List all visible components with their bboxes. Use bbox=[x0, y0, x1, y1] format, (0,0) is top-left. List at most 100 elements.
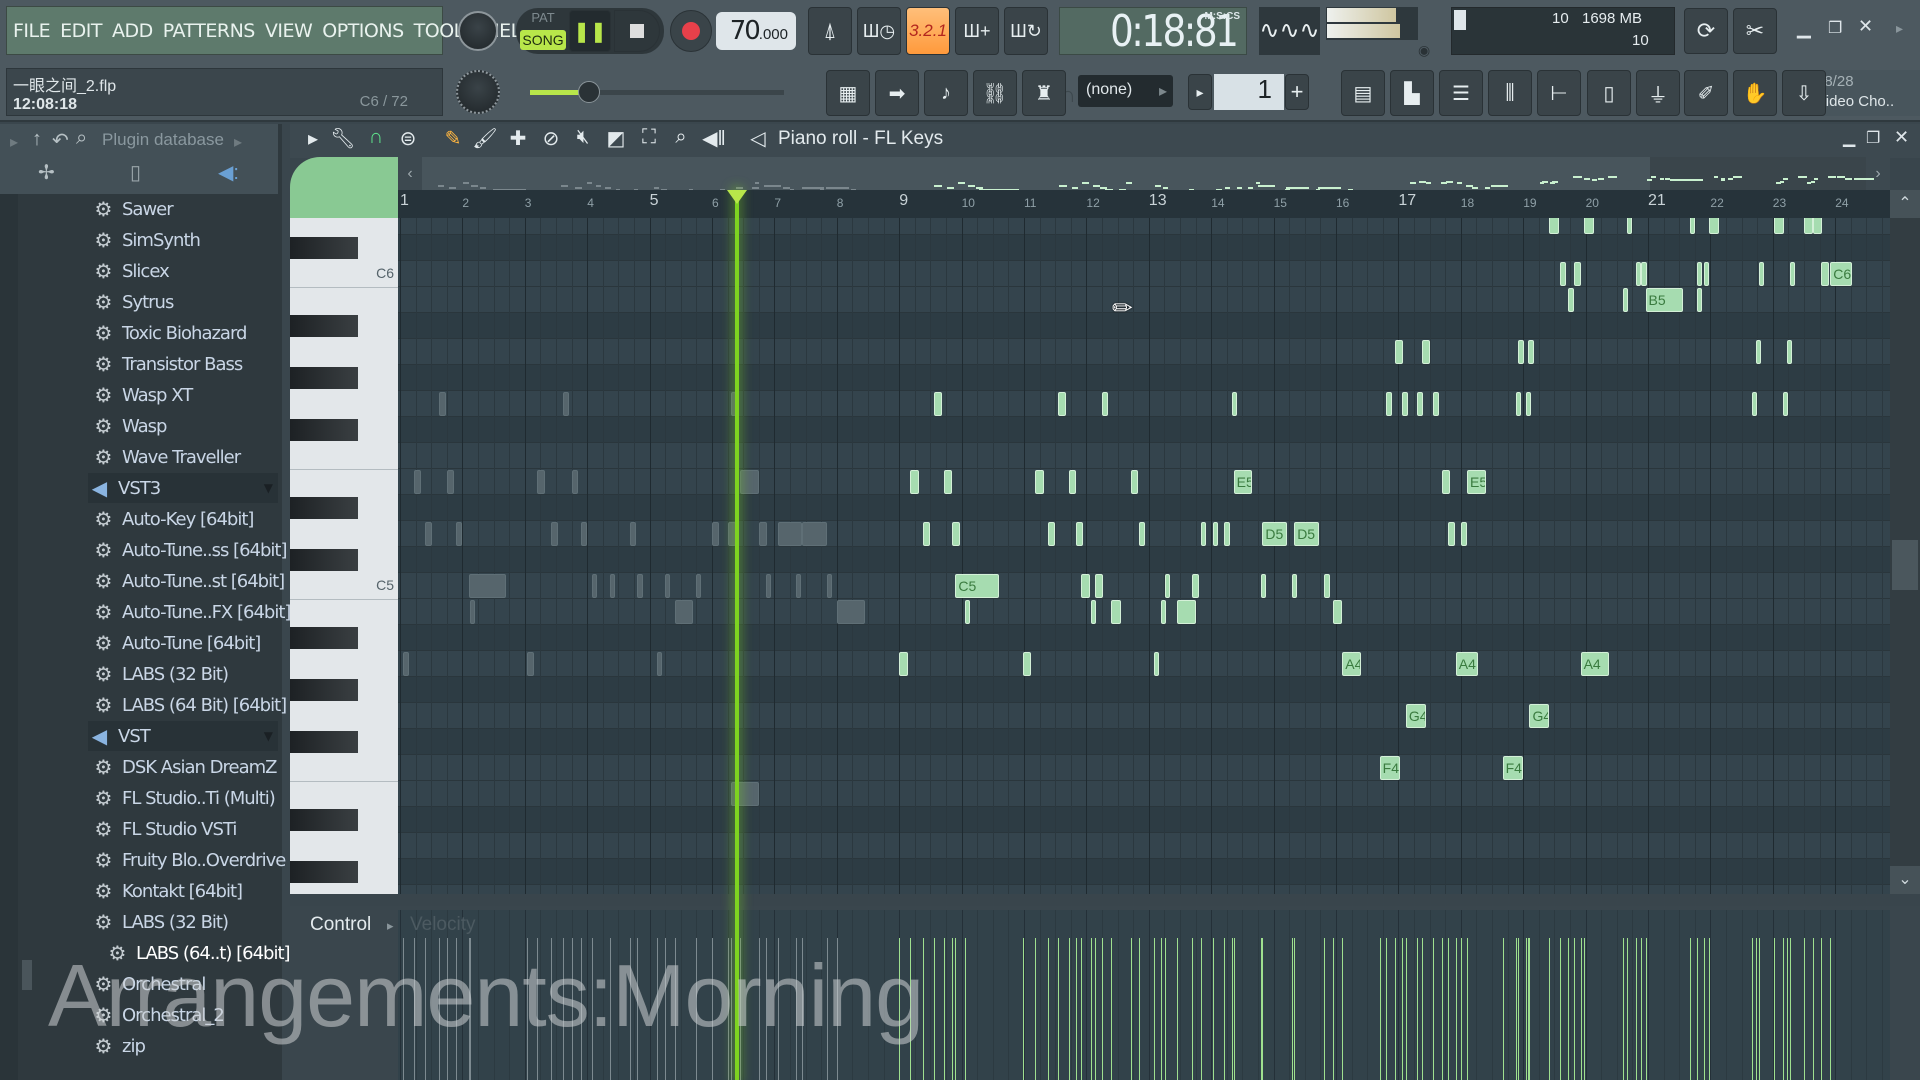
note[interactable] bbox=[1518, 340, 1525, 364]
velocity-bar[interactable] bbox=[1138, 938, 1140, 1080]
browser-item[interactable]: ◀ VST3 ▼ bbox=[88, 473, 278, 503]
note[interactable] bbox=[1165, 574, 1171, 598]
note[interactable] bbox=[795, 574, 801, 598]
magnet-icon[interactable]: ∩ bbox=[363, 126, 389, 149]
velocity-bar[interactable] bbox=[1395, 938, 1397, 1080]
velocity-bar[interactable] bbox=[1165, 938, 1167, 1080]
note[interactable]: A4 bbox=[1580, 652, 1609, 676]
velocity-bar[interactable] bbox=[1422, 938, 1424, 1080]
link-button[interactable]: ⛓ bbox=[973, 70, 1017, 116]
plugin-picker-button[interactable]: ▯ bbox=[1587, 70, 1631, 116]
velocity-bar[interactable] bbox=[1081, 938, 1083, 1080]
velocity-bar[interactable] bbox=[1192, 938, 1194, 1080]
velocity-bar[interactable] bbox=[1460, 938, 1462, 1080]
note[interactable] bbox=[1460, 522, 1468, 546]
browser-scrollbar[interactable] bbox=[0, 194, 18, 1080]
note[interactable] bbox=[1332, 600, 1342, 624]
velocity-bar[interactable] bbox=[1153, 938, 1155, 1080]
browser-item[interactable]: ⚙ Kontakt [64bit] bbox=[92, 876, 244, 906]
browser-item[interactable]: ⚙ Fruity Blo..Overdrive bbox=[92, 845, 287, 875]
note[interactable] bbox=[1709, 218, 1720, 234]
browser-item[interactable]: ⚙ Sawer bbox=[92, 194, 174, 224]
channel-rack-button[interactable]: ☰ bbox=[1439, 70, 1483, 116]
note[interactable] bbox=[551, 522, 559, 546]
note[interactable] bbox=[712, 522, 720, 546]
pattern-number-field[interactable]: 1 bbox=[1214, 74, 1284, 110]
note[interactable] bbox=[1395, 340, 1403, 364]
note[interactable] bbox=[1627, 218, 1633, 234]
note[interactable] bbox=[836, 600, 865, 624]
search-icon[interactable]: ⌕ bbox=[76, 127, 87, 150]
browser-scroll-thumb[interactable] bbox=[22, 960, 32, 990]
note[interactable] bbox=[1804, 218, 1813, 234]
velocity-bar[interactable] bbox=[1789, 938, 1791, 1080]
note[interactable] bbox=[740, 470, 759, 494]
note[interactable]: G4 bbox=[1529, 704, 1550, 728]
browser-item[interactable]: ⚙ Auto-Tune [64bit] bbox=[92, 628, 262, 658]
velocity-bar[interactable] bbox=[1830, 938, 1832, 1080]
black-key[interactable] bbox=[290, 367, 358, 389]
velocity-bar[interactable] bbox=[1233, 938, 1235, 1080]
add-pattern-button[interactable]: + bbox=[1285, 74, 1309, 110]
bar-number[interactable]: 14 bbox=[1211, 196, 1224, 210]
note[interactable] bbox=[765, 574, 771, 598]
menu-add[interactable]: ADD bbox=[112, 20, 153, 42]
bar-number[interactable]: 18 bbox=[1461, 196, 1474, 210]
piano-roll-title[interactable]: Piano roll - FL Keys bbox=[778, 128, 943, 150]
velocity-bar[interactable] bbox=[1291, 938, 1293, 1080]
browser-title[interactable]: Plugin database bbox=[102, 130, 224, 150]
note[interactable] bbox=[965, 600, 971, 624]
note[interactable]: G4 bbox=[1405, 704, 1426, 728]
velocity-bar[interactable] bbox=[1213, 938, 1215, 1080]
browser-item[interactable]: ⚙ Wasp XT bbox=[92, 380, 194, 410]
velocity-bar[interactable] bbox=[952, 938, 954, 1080]
velocity-bar[interactable] bbox=[1645, 938, 1647, 1080]
velocity-bar[interactable] bbox=[1022, 938, 1024, 1080]
velocity-bar[interactable] bbox=[1068, 938, 1070, 1080]
velocity-bar[interactable] bbox=[1704, 938, 1706, 1080]
velocity-bar[interactable] bbox=[1759, 938, 1761, 1080]
menu-view[interactable]: VIEW bbox=[265, 20, 313, 42]
note[interactable] bbox=[1574, 262, 1581, 286]
velocity-bar[interactable] bbox=[1640, 938, 1642, 1080]
playback-icon[interactable]: ◀‖ bbox=[701, 126, 727, 151]
note[interactable] bbox=[1560, 262, 1567, 286]
waveform-filter-icon[interactable]: ✢ bbox=[38, 160, 55, 185]
bar-number[interactable]: 20 bbox=[1586, 196, 1599, 210]
note[interactable] bbox=[696, 574, 702, 598]
velocity-bar[interactable] bbox=[1102, 938, 1103, 1080]
note[interactable] bbox=[526, 652, 535, 676]
bar-number[interactable]: 15 bbox=[1274, 196, 1287, 210]
velocity-bar[interactable] bbox=[1560, 938, 1562, 1080]
note[interactable]: B5 bbox=[1645, 288, 1683, 312]
countdown-button[interactable]: 3.2.1 bbox=[906, 7, 950, 55]
browser-item[interactable]: ⚙ Slicex bbox=[92, 256, 170, 286]
black-key[interactable] bbox=[290, 549, 358, 571]
browser-item[interactable]: ⚙ Auto-Tune..ss [64bit] bbox=[92, 535, 288, 565]
edison-button[interactable]: ✐ bbox=[1684, 70, 1728, 116]
master-volume-knob[interactable] bbox=[458, 11, 498, 51]
note[interactable] bbox=[580, 522, 588, 546]
browser-item[interactable]: ◀ VST ▼ bbox=[88, 721, 278, 751]
bar-number[interactable]: 5 bbox=[650, 192, 659, 210]
velocity-bar[interactable] bbox=[1262, 938, 1264, 1080]
black-key[interactable] bbox=[290, 627, 358, 649]
wait-for-input-button[interactable]: Ш◷ bbox=[857, 7, 901, 55]
velocity-bar[interactable] bbox=[1075, 938, 1077, 1080]
note[interactable] bbox=[1401, 392, 1408, 416]
tools-button[interactable]: ✂ bbox=[1733, 8, 1777, 54]
mute-icon[interactable]: 🔇︎ bbox=[570, 126, 596, 149]
piano-keyboard[interactable]: C6 C5 bbox=[290, 218, 398, 894]
note[interactable] bbox=[1640, 262, 1647, 286]
note[interactable] bbox=[1752, 392, 1758, 416]
menu-options[interactable]: OPTIONS bbox=[322, 20, 404, 42]
note[interactable] bbox=[1422, 340, 1430, 364]
note[interactable] bbox=[1291, 574, 1297, 598]
note[interactable] bbox=[1704, 262, 1710, 286]
velocity-bar[interactable] bbox=[1574, 938, 1576, 1080]
bar-number[interactable]: 23 bbox=[1773, 196, 1786, 210]
note[interactable] bbox=[403, 652, 410, 676]
velocity-bar[interactable] bbox=[1515, 938, 1517, 1080]
time-display[interactable]: 0:18:81 M:S:CS bbox=[1059, 6, 1247, 57]
loop-record-button[interactable]: Ш↻ bbox=[1004, 7, 1048, 55]
